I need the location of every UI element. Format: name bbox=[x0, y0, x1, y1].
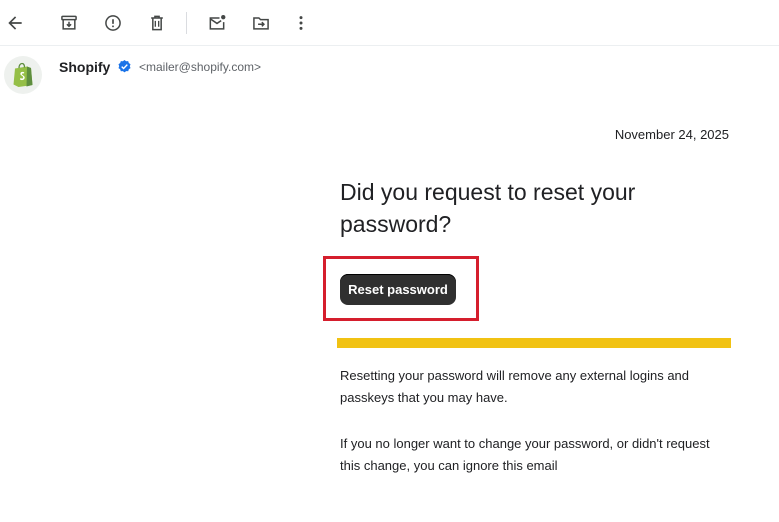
email-date: November 24, 2025 bbox=[614, 127, 729, 142]
accent-divider bbox=[337, 338, 731, 348]
avatar[interactable] bbox=[4, 56, 42, 94]
sender-email: <mailer@shopify.com> bbox=[139, 60, 262, 74]
toolbar-divider bbox=[186, 12, 187, 34]
delete-button[interactable] bbox=[142, 8, 172, 38]
back-button[interactable] bbox=[0, 8, 30, 38]
delete-icon bbox=[151, 15, 163, 31]
report-spam-button[interactable] bbox=[98, 8, 128, 38]
mark-unread-icon bbox=[209, 15, 226, 30]
move-to-button[interactable] bbox=[246, 8, 276, 38]
body-paragraph-1: Resetting your password will remove any … bbox=[340, 368, 690, 405]
mark-unread-button[interactable] bbox=[202, 8, 232, 38]
move-to-icon bbox=[253, 17, 269, 30]
reset-password-button[interactable]: Reset password bbox=[340, 274, 456, 305]
verified-badge-icon bbox=[118, 59, 131, 73]
sender-name[interactable]: Shopify bbox=[59, 59, 110, 75]
archive-button[interactable] bbox=[54, 8, 84, 38]
back-arrow-icon bbox=[8, 16, 22, 30]
body-paragraph-2: If you no longer want to change your pas… bbox=[340, 436, 710, 473]
sender-row: Shopify <mailer@shopify.com> bbox=[0, 46, 779, 106]
more-options-button[interactable] bbox=[286, 8, 316, 38]
shopify-bag-icon bbox=[13, 62, 33, 87]
more-vert-icon bbox=[299, 16, 303, 30]
email-headline: Did you request to reset your password? bbox=[340, 179, 636, 237]
email-toolbar bbox=[0, 0, 779, 46]
archive-icon bbox=[61, 15, 77, 30]
report-spam-icon bbox=[105, 15, 121, 31]
